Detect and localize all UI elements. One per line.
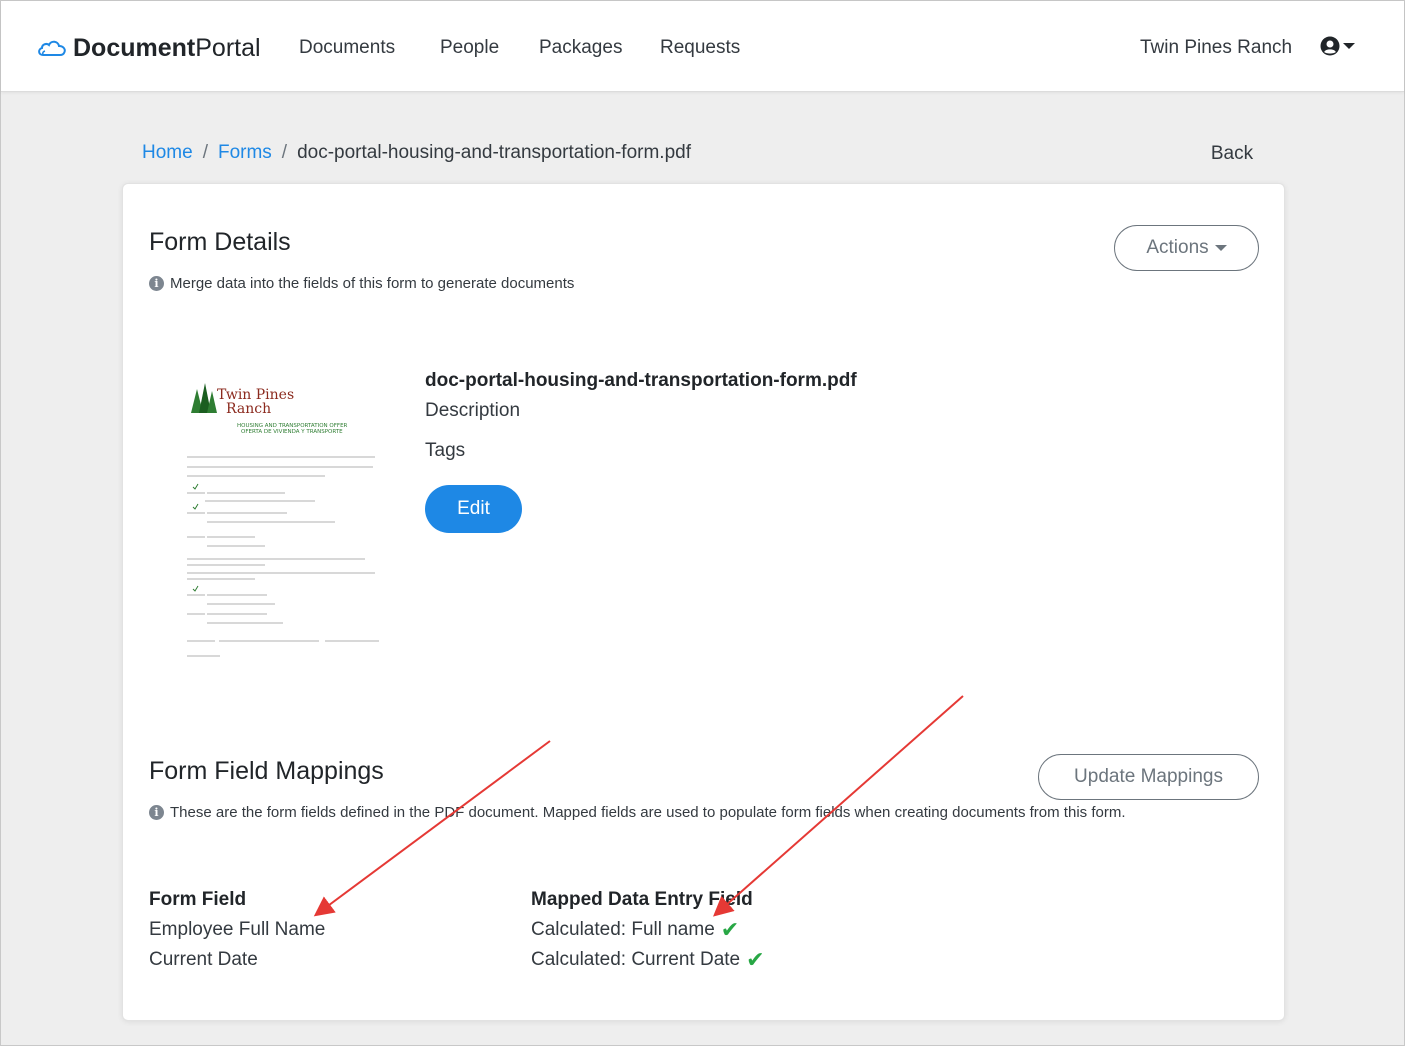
back-button[interactable]: Back (1181, 134, 1283, 174)
form-details-title: Form Details (149, 228, 291, 256)
form-details-hint-text: Merge data into the fields of this form … (170, 275, 575, 292)
org-name[interactable]: Twin Pines Ranch (1140, 37, 1292, 59)
pine-trees-logo (191, 383, 217, 413)
actions-label: Actions (1146, 237, 1209, 258)
form-field-column-header: Form Field (149, 889, 247, 910)
mapping-row-form-field: Current Date (149, 949, 258, 970)
brand-name: DocumentPortal (73, 33, 261, 62)
cloud-icon (38, 40, 66, 56)
info-icon: i (149, 805, 164, 820)
breadcrumb-current: doc-portal-housing-and-transportation-fo… (297, 142, 692, 163)
breadcrumb: Home / Forms / doc-portal-housing-and-tr… (142, 142, 691, 164)
nav-requests[interactable]: Requests (660, 37, 740, 59)
breadcrumb-forms[interactable]: Forms (218, 142, 272, 164)
breadcrumb-separator: / (202, 142, 208, 163)
form-details-card: Form Details i Merge data into the field… (122, 183, 1285, 1021)
user-menu-button[interactable] (1320, 36, 1355, 56)
chevron-down-icon (1343, 43, 1355, 49)
description-label: Description (425, 400, 521, 421)
chevron-down-icon (1214, 245, 1227, 251)
edit-button[interactable]: Edit (425, 485, 522, 533)
nav-packages[interactable]: Packages (539, 37, 622, 59)
form-details-hint: i Merge data into the fields of this for… (149, 275, 574, 292)
mappings-hint: i These are the form fields defined in t… (149, 804, 1126, 821)
checkmark-icon: ✔ (720, 917, 740, 942)
update-mappings-button[interactable]: Update Mappings (1038, 754, 1259, 800)
svg-text:OFERTA DE VIVIENDA Y TRANSPORT: OFERTA DE VIVIENDA Y TRANSPORTE (241, 429, 343, 435)
nav-people[interactable]: People (440, 37, 499, 59)
info-icon: i (149, 276, 164, 291)
tags-label: Tags (425, 440, 466, 461)
breadcrumb-home[interactable]: Home (142, 142, 193, 164)
user-circle-icon (1320, 36, 1340, 56)
mappings-title: Form Field Mappings (149, 757, 384, 785)
mapping-row-mapped-field: Calculated: Current Date ✔ (531, 949, 765, 971)
breadcrumb-separator: / (281, 142, 288, 163)
actions-dropdown-button[interactable]: Actions (1114, 225, 1259, 271)
svg-text:Ranch: Ranch (226, 401, 271, 417)
pdf-preview-image: Twin Pines Ranch HOUSING AND TRANSPORTAT… (187, 383, 379, 657)
mappings-hint-text: These are the form fields defined in the… (170, 804, 1126, 821)
mapped-field-text: Calculated: Full name (531, 919, 715, 940)
mapped-field-text: Calculated: Current Date (531, 949, 741, 970)
mapping-row-mapped-field: Calculated: Full name ✔ (531, 919, 739, 941)
mapped-field-column-header: Mapped Data Entry Field (531, 889, 753, 910)
checkmark-icon: ✔ (746, 947, 765, 972)
form-thumbnail[interactable]: Twin Pines Ranch HOUSING AND TRANSPORTAT… (175, 369, 395, 669)
nav-documents[interactable]: Documents (299, 37, 395, 59)
brand-logo[interactable]: DocumentPortal (37, 32, 261, 64)
form-file-name: doc-portal-housing-and-transportation-fo… (425, 370, 857, 391)
top-navbar: DocumentPortal Documents People Packages… (1, 1, 1404, 92)
mapping-row-form-field: Employee Full Name (149, 919, 326, 940)
